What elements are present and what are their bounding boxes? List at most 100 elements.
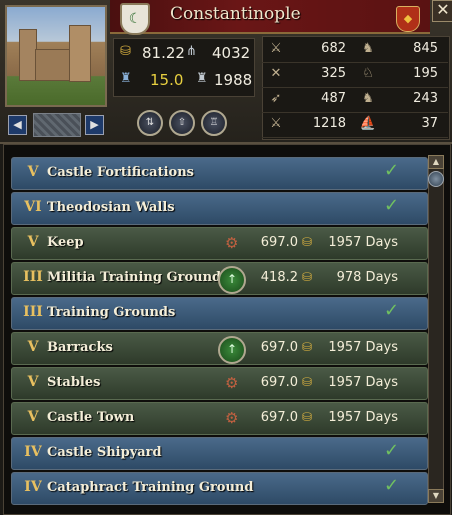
completed-check-icon: ✓ [384,160,400,181]
holding-name: Constantinople [170,4,301,24]
horse-archer-icon: ♞ [362,91,374,106]
building-level: III [23,269,43,285]
completed-check-icon: ✓ [384,300,400,321]
building-row[interactable]: III Militia Training Ground ↑ 418.2 ⛁ 978 Day… [11,262,428,295]
building-cost: 697.0 [260,235,298,250]
next-holding-button[interactable]: ▶ [85,115,104,135]
coat-of-arms-icon[interactable]: ☾ [120,3,150,35]
building-name: Barracks [47,340,113,355]
troop-row: ➶ 487 ♞ 243 [262,88,448,113]
troop-row: ✕ 325 ♘ 195 [262,63,448,88]
troop-count: 1218 [312,116,346,131]
heavy-cavalry-icon: ♘ [362,66,374,81]
troop-count: 195 [413,66,438,81]
levy-size: 4032 [212,44,251,62]
troop-count: 325 [321,66,346,81]
archer-icon: ➶ [270,91,282,106]
building-cost: 697.0 [260,410,298,425]
building-row[interactable]: VI Theodosian Walls ✓ [11,192,428,225]
building-name: Castle Fortifications [47,165,194,180]
building-row[interactable]: IV Castle Shipyard ✓ [11,437,428,470]
build-time: 1957 Days [328,375,398,390]
close-button[interactable]: ✕ [432,0,452,22]
building-row[interactable]: V Castle Town ⚙ 697.0 ⛁ 1957 Days [11,402,428,435]
building-name: Militia Training Ground [47,270,222,285]
tax-value: 15.0 [150,71,184,89]
troop-row: ⚔ 1218 ⛵ 37 [262,113,448,138]
troop-count: 243 [413,91,438,106]
building-list-scrollbar[interactable] [428,155,444,503]
garrison-icon: ♜ [196,71,208,86]
building-level: IV [24,479,42,495]
portrait-wall [35,49,71,81]
galley-icon: ⛵ [359,116,377,131]
gold-coin-icon: ⛁ [302,235,313,249]
liege-crest-icon[interactable]: ◆ [396,6,420,32]
gold-coin-icon: ⛁ [302,410,313,424]
building-name: Castle Town [47,410,135,425]
levy-icon: ⋔ [186,44,197,59]
building-name: Cataphract Training Ground [47,480,254,495]
building-level: V [27,409,39,425]
scroll-down-button[interactable]: ▼ [428,489,444,503]
heavy-infantry-icon: ✕ [270,66,282,81]
light-infantry-icon: ⚔ [270,41,282,56]
build-button[interactable]: ↑ [218,266,246,294]
troop-count: 37 [421,116,438,131]
building-name: Castle Shipyard [47,445,162,460]
scrollbar-thumb[interactable] [428,171,444,187]
build-time: 1957 Days [328,235,398,250]
upgrade-holding-button[interactable]: ⇧ [169,110,195,136]
troop-count: 487 [321,91,346,106]
building-cost: 697.0 [260,340,298,355]
building-name: Keep [47,235,84,250]
building-cost: 418.2 [260,270,298,285]
completed-check-icon: ✓ [384,195,400,216]
building-name: Theodosian Walls [47,200,175,215]
holding-portrait [5,5,107,107]
troop-count: 682 [321,41,346,56]
pikemen-icon: ⚔ [270,116,282,131]
tax-icon: ♜ [120,71,132,86]
build-button[interactable]: ↑ [218,336,246,364]
gold-coin-icon: ⛁ [302,270,313,284]
build-time: 1957 Days [328,410,398,425]
raise-levy-button[interactable]: ⇅ [137,110,163,136]
building-row[interactable]: V Castle Fortifications ✓ [11,157,428,190]
garrison-size: 1988 [214,71,253,89]
building-row[interactable]: III Training Grounds ✓ [11,297,428,330]
build-time: 978 Days [336,270,398,285]
building-level: V [27,164,39,180]
building-name: Training Grounds [47,305,176,320]
troop-count: 845 [413,41,438,56]
castle-view-button[interactable]: ♖ [201,110,227,136]
build-time: 1957 Days [328,340,398,355]
holding-selector[interactable] [33,113,81,137]
building-cost: 697.0 [260,375,298,390]
building-row[interactable]: V Keep ⚙ 697.0 ⛁ 1957 Days [11,227,428,260]
gold-coin-icon: ⛁ [302,375,313,389]
completed-check-icon: ✓ [384,440,400,461]
gold-icon: ⛁ [120,44,131,59]
building-row[interactable]: V Barracks ↑ 697.0 ⛁ 1957 Days [11,332,428,365]
light-cavalry-icon: ♞ [362,41,374,56]
previous-holding-button[interactable]: ◀ [8,115,27,135]
gold-income: 81.22 [142,44,185,62]
locked-gear-icon: ⚙ [225,409,239,427]
locked-gear-icon: ⚙ [225,234,239,252]
portrait-tower-right [69,25,91,82]
building-level: V [27,339,39,355]
building-row[interactable]: IV Cataphract Training Ground ✓ [11,472,428,505]
building-name: Stables [47,375,101,390]
building-row[interactable]: V Stables ⚙ 697.0 ⛁ 1957 Days [11,367,428,400]
completed-check-icon: ✓ [384,475,400,496]
building-level: IV [24,444,42,460]
building-level: III [23,304,43,320]
troop-row: ⚔ 682 ♞ 845 [262,38,448,63]
building-level: VI [24,199,42,215]
scroll-up-button[interactable]: ▲ [428,155,444,169]
gold-coin-icon: ⛁ [302,340,313,354]
building-level: V [27,234,39,250]
locked-gear-icon: ⚙ [225,374,239,392]
building-level: V [27,374,39,390]
